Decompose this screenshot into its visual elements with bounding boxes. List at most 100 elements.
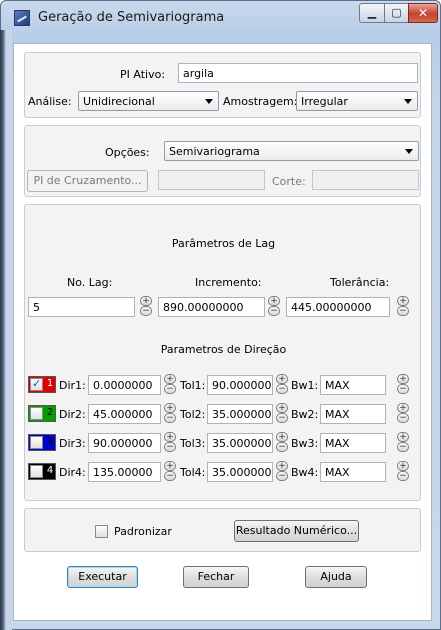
- bw-label: Bw3:: [291, 437, 319, 450]
- spin-down-icon[interactable]: −: [276, 442, 288, 452]
- dir-spinner[interactable]: + −: [164, 432, 176, 452]
- spin-down-icon[interactable]: −: [268, 306, 280, 316]
- bw-field[interactable]: MAX: [320, 404, 386, 424]
- spin-down-icon[interactable]: −: [164, 413, 176, 423]
- spin-down-icon[interactable]: −: [164, 384, 176, 394]
- dir-checkbox[interactable]: [30, 436, 43, 449]
- bw-label: Bw2:: [291, 408, 319, 421]
- incremento-spinner[interactable]: + −: [268, 296, 280, 316]
- pi-cruzamento-button[interactable]: PI de Cruzamento...: [27, 170, 148, 192]
- bw-spinner[interactable]: + −: [397, 403, 409, 423]
- dialog-client-area: PI Ativo: argila Análise: Unidirecional …: [13, 43, 432, 621]
- incremento-field[interactable]: 890.00000000: [158, 297, 265, 317]
- spin-up-icon[interactable]: +: [276, 403, 288, 413]
- spin-down-icon[interactable]: −: [397, 384, 409, 394]
- spin-down-icon[interactable]: −: [164, 471, 176, 481]
- spin-up-icon[interactable]: +: [164, 374, 176, 384]
- resultado-numerico-button[interactable]: Resultado Numérico...: [234, 520, 359, 542]
- dir-checkbox[interactable]: [30, 407, 43, 420]
- executar-button[interactable]: Executar: [67, 566, 138, 588]
- tol-field[interactable]: 35.000000: [207, 404, 273, 424]
- ajuda-button[interactable]: Ajuda: [305, 566, 367, 588]
- spin-down-icon[interactable]: −: [140, 306, 152, 316]
- dir-toggle-2[interactable]: 2: [28, 405, 56, 422]
- bw-spinner[interactable]: + −: [397, 432, 409, 452]
- corte-field[interactable]: [312, 170, 419, 190]
- spin-down-icon[interactable]: −: [397, 413, 409, 423]
- tol-field[interactable]: 35.000000: [207, 433, 273, 453]
- pi-ativo-field[interactable]: argila: [178, 63, 418, 83]
- tol-field[interactable]: 35.000000: [207, 462, 273, 482]
- spin-down-icon[interactable]: −: [397, 442, 409, 452]
- spin-up-icon[interactable]: +: [397, 296, 409, 306]
- bw-field[interactable]: MAX: [320, 375, 386, 395]
- spin-up-icon[interactable]: +: [164, 461, 176, 471]
- maximize-button[interactable]: ▢: [384, 3, 409, 23]
- analise-label: Análise:: [28, 95, 72, 108]
- tol-spinner[interactable]: + −: [276, 461, 288, 481]
- bw-spinner[interactable]: + −: [397, 461, 409, 481]
- spin-down-icon[interactable]: −: [276, 384, 288, 394]
- spin-up-icon[interactable]: +: [397, 461, 409, 471]
- spin-up-icon[interactable]: +: [164, 403, 176, 413]
- incremento-label: Incremento:: [195, 276, 262, 289]
- minimize-button[interactable]: ▁: [359, 3, 385, 23]
- dir-checkbox[interactable]: [30, 465, 43, 478]
- parametros-panel: Parâmetros de Lag No. Lag: Incremento: T…: [24, 204, 421, 501]
- spin-down-icon[interactable]: −: [276, 471, 288, 481]
- tol-field[interactable]: 90.000000: [207, 375, 273, 395]
- tolerancia-field[interactable]: 445.00000000: [286, 297, 390, 317]
- pi-cruzamento-field[interactable]: [158, 170, 265, 190]
- spin-down-icon[interactable]: −: [397, 306, 409, 316]
- no-lag-label: No. Lag:: [67, 276, 113, 289]
- corte-label: Corte:: [272, 175, 306, 188]
- amostragem-select[interactable]: Irregular: [296, 91, 418, 111]
- padronizar-checkbox[interactable]: [95, 525, 108, 538]
- dir-field[interactable]: 0.0000000: [88, 375, 161, 395]
- bw-spinner[interactable]: + −: [397, 374, 409, 394]
- amostragem-value: Irregular: [301, 95, 348, 108]
- close-button[interactable]: ✕: [408, 3, 438, 23]
- dir-spinner[interactable]: + −: [164, 374, 176, 394]
- resultado-panel: Padronizar Resultado Numérico...: [24, 508, 421, 552]
- no-lag-field[interactable]: 5: [28, 297, 135, 317]
- dir-spinner[interactable]: + −: [164, 403, 176, 423]
- dir-field[interactable]: 45.000000: [88, 404, 161, 424]
- no-lag-spinner[interactable]: + −: [140, 296, 152, 316]
- lag-title: Parâmetros de Lag: [171, 237, 276, 250]
- spin-up-icon[interactable]: +: [276, 432, 288, 442]
- spin-up-icon[interactable]: +: [276, 374, 288, 384]
- spin-up-icon[interactable]: +: [397, 374, 409, 384]
- dir-field[interactable]: 135.00000: [88, 462, 161, 482]
- tolerancia-spinner[interactable]: + −: [397, 296, 409, 316]
- tolerancia-label: Tolerância:: [330, 276, 390, 289]
- bw-field[interactable]: MAX: [320, 462, 386, 482]
- tol-label: Tol3:: [180, 437, 206, 450]
- dir-toggle-1[interactable]: ✓ 1: [28, 376, 56, 393]
- dir-field[interactable]: 90.000000: [88, 433, 161, 453]
- fechar-button[interactable]: Fechar: [183, 566, 249, 588]
- spin-down-icon[interactable]: −: [164, 442, 176, 452]
- tol-spinner[interactable]: + −: [276, 432, 288, 452]
- dir-toggle-4[interactable]: 4: [28, 463, 56, 480]
- spin-up-icon[interactable]: +: [268, 296, 280, 306]
- tol-spinner[interactable]: + −: [276, 403, 288, 423]
- spin-down-icon[interactable]: −: [397, 471, 409, 481]
- dir-number: 2: [46, 407, 54, 418]
- opcoes-select[interactable]: Semivariograma: [164, 141, 419, 161]
- bw-field[interactable]: MAX: [320, 433, 386, 453]
- analise-select[interactable]: Unidirecional: [78, 91, 219, 111]
- spin-up-icon[interactable]: +: [164, 432, 176, 442]
- spin-down-icon[interactable]: −: [276, 413, 288, 423]
- spin-up-icon[interactable]: +: [140, 296, 152, 306]
- amostragem-label: Amostragem:: [223, 95, 298, 108]
- spin-up-icon[interactable]: +: [397, 432, 409, 442]
- dir-checkbox[interactable]: ✓: [30, 377, 43, 391]
- tol-spinner[interactable]: + −: [276, 374, 288, 394]
- window-left-border: [0, 30, 12, 630]
- dir-spinner[interactable]: + −: [164, 461, 176, 481]
- spin-up-icon[interactable]: +: [397, 403, 409, 413]
- spin-up-icon[interactable]: +: [276, 461, 288, 471]
- window-title: Geração de Semivariograma: [38, 10, 225, 25]
- dir-toggle-3[interactable]: 3: [28, 434, 56, 451]
